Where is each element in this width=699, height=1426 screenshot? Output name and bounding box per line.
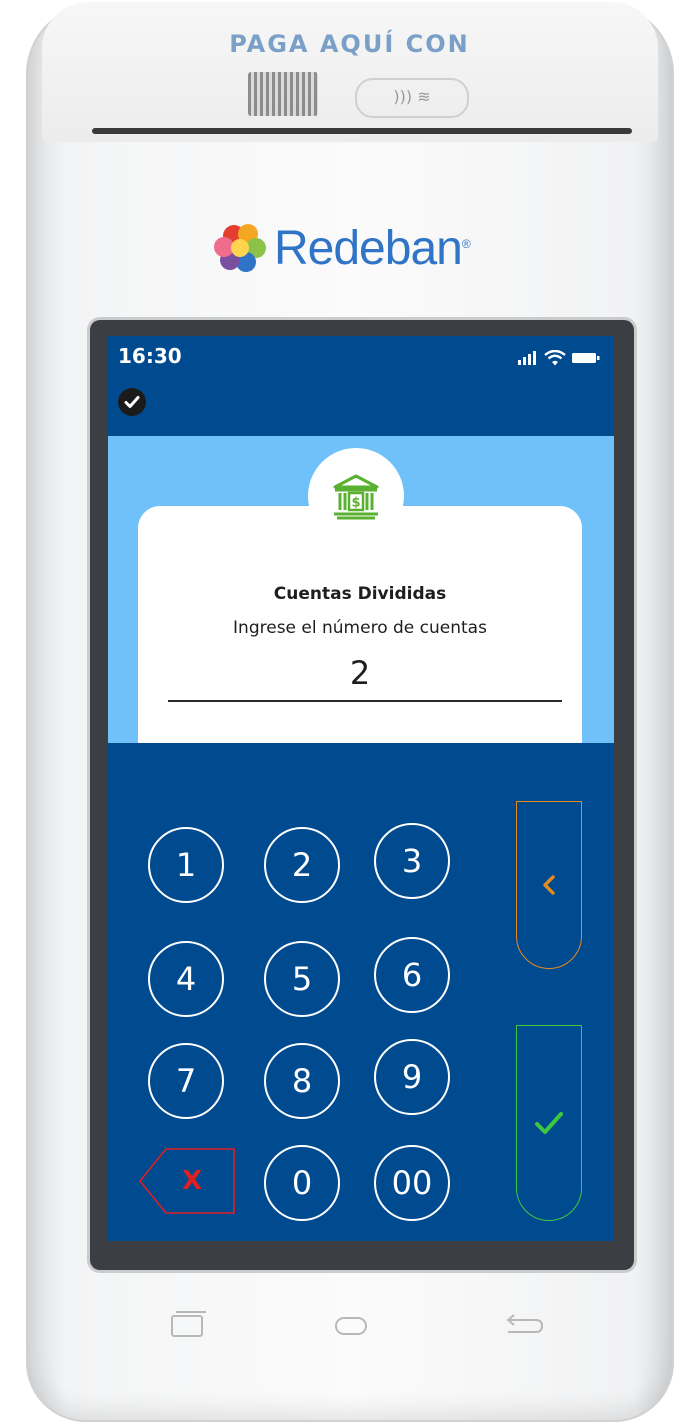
key-6[interactable]: 6 <box>374 937 450 1013</box>
key-0[interactable]: 0 <box>264 1145 340 1221</box>
printer-slot <box>92 128 632 134</box>
redeban-logo: Redeban® <box>212 220 471 276</box>
qr-code-icon <box>248 72 318 116</box>
input-underline <box>168 700 562 702</box>
bank-icon: $ <box>333 474 379 520</box>
bank-icon-bubble: $ <box>308 448 404 544</box>
clear-x-icon: X <box>182 1166 203 1196</box>
svg-text:$: $ <box>351 496 360 511</box>
key-00[interactable]: 00 <box>374 1145 450 1221</box>
key-2[interactable]: 2 <box>264 827 340 903</box>
system-icons <box>518 350 600 366</box>
brand-name: Redeban® <box>274 221 471 275</box>
recent-apps-icon[interactable] <box>171 1311 206 1337</box>
key-9[interactable]: 9 <box>374 1039 450 1115</box>
confirm-button[interactable] <box>516 1025 582 1221</box>
pos-screen: 16:30 Cuentas Divididas Ingrese el númer… <box>108 336 614 1241</box>
check-icon <box>535 1112 563 1134</box>
clear-button[interactable]: X <box>138 1147 236 1215</box>
card-subtitle: Ingrese el número de cuentas <box>233 618 487 638</box>
accounts-input[interactable]: 2 <box>138 654 582 692</box>
key-8[interactable]: 8 <box>264 1043 340 1119</box>
card-title: Cuentas Divididas <box>273 584 447 604</box>
key-5[interactable]: 5 <box>264 941 340 1017</box>
key-7[interactable]: 7 <box>148 1043 224 1119</box>
status-bar: 16:30 <box>108 336 614 436</box>
check-circle-icon[interactable] <box>118 388 146 416</box>
key-1[interactable]: 1 <box>148 827 224 903</box>
home-icon[interactable] <box>335 1317 367 1335</box>
signal-icon <box>518 351 536 365</box>
redeban-logo-mark-icon <box>214 224 266 272</box>
back-button[interactable] <box>516 801 582 969</box>
wifi-icon <box>544 350 566 366</box>
battery-icon <box>572 353 600 363</box>
back-hw-icon[interactable] <box>506 1314 544 1333</box>
status-time: 16:30 <box>118 344 182 368</box>
key-4[interactable]: 4 <box>148 941 224 1017</box>
device-header-text: PAGA AQUÍ CON <box>229 30 470 58</box>
device-top-band <box>42 2 658 142</box>
hardware-nav-buttons <box>171 1311 544 1337</box>
contactless-icon: ))) ≋ <box>355 78 469 118</box>
chevron-left-icon <box>543 875 555 895</box>
key-3[interactable]: 3 <box>374 823 450 899</box>
keypad: 1 2 3 4 5 6 7 8 9 0 00 X <box>108 743 614 1241</box>
